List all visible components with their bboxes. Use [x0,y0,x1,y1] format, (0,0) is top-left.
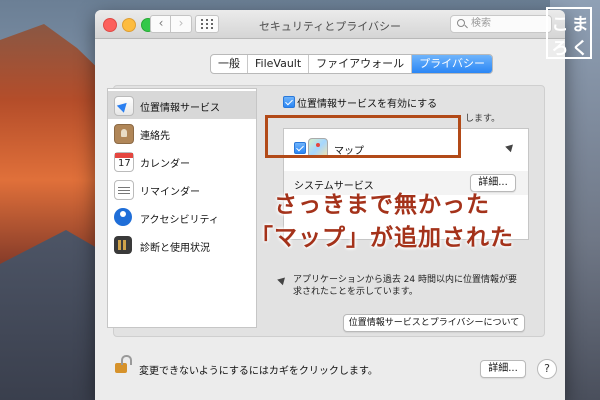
back-button[interactable]: ‹ [150,15,172,33]
enable-location-label: 位置情報サービスを有効にする [297,99,438,110]
lock-hint: 変更できないようにするにはカギをクリックします。 [139,366,378,377]
tab-general[interactable]: 一般 [211,55,248,73]
chevron-left-icon: ‹ [158,16,164,30]
forward-button[interactable]: › [170,15,192,33]
about-location-button[interactable]: 位置情報サービスとプライバシーについて [343,314,525,332]
sidebar-item-label: リマインダー [140,187,200,198]
sidebar-item-label: アクセシビリティ [140,215,219,226]
minimize-button[interactable] [122,18,136,32]
lock-icon[interactable] [115,363,127,373]
logo-char: ま [571,15,589,35]
sidebar-item-label: 診断と使用状況 [140,243,210,254]
chevron-right-icon: › [178,16,184,30]
tab-firewall[interactable]: ファイアウォール [309,55,413,73]
contacts-icon [114,124,134,144]
calendar-icon-date: 17 [118,158,131,169]
sidebar-item-contacts[interactable]: 連絡先 [108,119,256,147]
tab-bar: 一般 FileVault ファイアウォール プライバシー [210,54,493,74]
location-arrow-icon [114,96,134,116]
logo-char: こ [551,15,569,35]
sidebar-item-diagnostics[interactable]: 診断と使用状況 [108,231,256,259]
maps-highlight-box [265,115,461,158]
search-placeholder: 検索 [471,18,491,29]
titlebar: ‹ › セキュリティとプライバシー 検索 [95,10,565,39]
accessibility-icon [114,208,132,226]
tab-privacy[interactable]: プライバシー [412,55,492,73]
advanced-button[interactable]: 詳細... [480,360,526,378]
site-logo: こ ま ろ く [546,7,592,59]
sidebar-item-calendar[interactable]: 17 カレンダー [108,147,256,175]
search-input[interactable]: 検索 [450,15,552,33]
sidebar-item-label: カレンダー [140,159,190,170]
annotation-line-1: さっきまで無かった [274,192,490,218]
calendar-icon: 17 [114,152,134,172]
reminders-icon [114,180,134,200]
sidebar-item-accessibility[interactable]: アクセシビリティ [108,203,256,231]
annotation-line-2: 「マップ」が追加された [250,225,514,251]
privacy-sidebar: 位置情報サービス 連絡先 17 カレンダー リマインダー アクセシビリティ 診断… [107,88,257,328]
diagnostics-icon [114,236,132,254]
location-arrow-icon [505,141,516,153]
tab-filevault[interactable]: FileVault [248,55,310,73]
sidebar-item-reminders[interactable]: リマインダー [108,175,256,203]
desktop-shadow [0,230,110,400]
window-title: セキュリティとプライバシー [258,20,402,33]
logo-char: ろ [551,39,569,59]
sidebar-item-label: 連絡先 [140,131,170,142]
location-arrow-icon [277,274,288,286]
search-icon [457,19,465,27]
help-button[interactable]: ? [537,359,557,379]
close-button[interactable] [103,18,117,32]
show-all-button[interactable] [195,15,219,33]
sidebar-item-location[interactable]: 位置情報サービス [108,91,256,119]
sidebar-item-label: 位置情報サービス [140,103,220,114]
footnote-text: アプリケーションから過去 24 時間以内に位置情報が要求されたことを示しています… [293,275,517,297]
logo-char: く [571,39,589,59]
truncated-description: します。 [465,114,501,124]
enable-location-checkbox[interactable] [283,96,295,108]
